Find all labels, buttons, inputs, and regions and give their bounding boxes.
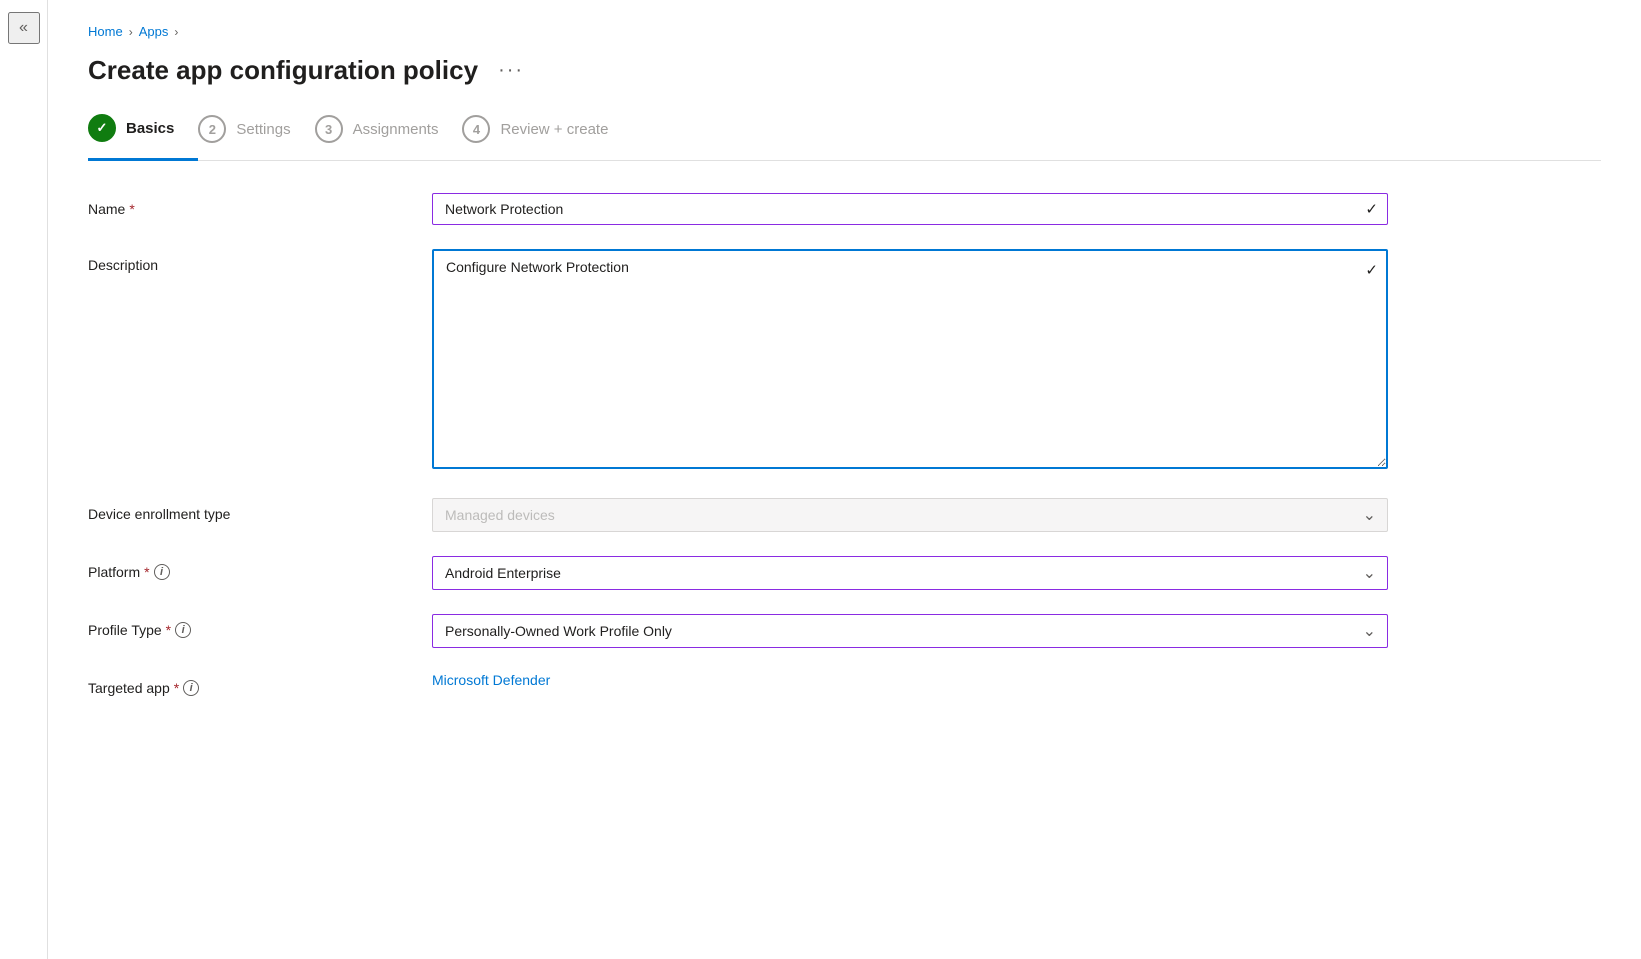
profile-type-info-icon[interactable]: i: [175, 622, 191, 638]
profile-type-select-wrapper: Personally-Owned Work Profile Only ⌄: [432, 614, 1388, 648]
step-basics-label: Basics: [126, 120, 174, 137]
profile-type-label-col: Profile Type * i: [88, 614, 408, 638]
step-basics[interactable]: ✓ Basics: [88, 114, 198, 161]
platform-select-wrapper: Android Enterprise ⌄: [432, 556, 1388, 590]
device-enrollment-label: Device enrollment type: [88, 506, 408, 522]
name-input-wrapper: ✓: [432, 193, 1388, 225]
profile-type-label: Profile Type * i: [88, 622, 408, 638]
device-enrollment-select-wrapper: Managed devices ⌄: [432, 498, 1388, 532]
name-label: Name *: [88, 201, 408, 217]
name-check-icon: ✓: [1365, 200, 1378, 218]
profile-type-required: *: [166, 622, 171, 638]
name-row: Name * ✓: [88, 193, 1388, 225]
platform-row: Platform * i Android Enterprise ⌄: [88, 556, 1388, 590]
platform-info-icon[interactable]: i: [154, 564, 170, 580]
profile-type-control-col: Personally-Owned Work Profile Only ⌄: [432, 614, 1388, 648]
step-basics-circle: ✓: [88, 114, 116, 142]
description-row: Description Configure Network Protection…: [88, 249, 1388, 474]
description-textarea[interactable]: Configure Network Protection: [432, 249, 1388, 469]
name-input[interactable]: [432, 193, 1388, 225]
sidebar-collapse-button[interactable]: «: [8, 12, 40, 44]
main-content: Home › Apps › Create app configuration p…: [48, 0, 1641, 959]
step-assignments[interactable]: 3 Assignments: [315, 115, 463, 159]
targeted-app-info-icon[interactable]: i: [183, 680, 199, 696]
step-review-circle: 4: [462, 115, 490, 143]
platform-label-col: Platform * i: [88, 556, 408, 580]
step-settings-circle: 2: [198, 115, 226, 143]
device-enrollment-row: Device enrollment type Managed devices ⌄: [88, 498, 1388, 532]
profile-type-row: Profile Type * i Personally-Owned Work P…: [88, 614, 1388, 648]
description-textarea-wrapper: Configure Network Protection ✓: [432, 249, 1388, 474]
device-enrollment-control-col: Managed devices ⌄: [432, 498, 1388, 532]
step-assignments-circle: 3: [315, 115, 343, 143]
step-review[interactable]: 4 Review + create: [462, 115, 632, 159]
more-options-button[interactable]: ···: [490, 55, 532, 86]
breadcrumb: Home › Apps ›: [88, 24, 1601, 39]
name-required: *: [129, 201, 134, 217]
step-settings[interactable]: 2 Settings: [198, 115, 314, 159]
platform-select[interactable]: Android Enterprise: [432, 556, 1388, 590]
description-check-icon: ✓: [1365, 261, 1378, 279]
step-settings-label: Settings: [236, 121, 290, 138]
targeted-app-label-col: Targeted app * i: [88, 672, 408, 696]
step-review-label: Review + create: [500, 121, 608, 138]
breadcrumb-sep-1: ›: [129, 25, 133, 39]
step-assignments-label: Assignments: [353, 121, 439, 138]
platform-control-col: Android Enterprise ⌄: [432, 556, 1388, 590]
name-control-col: ✓: [432, 193, 1388, 225]
targeted-app-required: *: [174, 680, 179, 696]
targeted-app-row: Targeted app * i Microsoft Defender: [88, 672, 1388, 696]
breadcrumb-sep-2: ›: [174, 25, 178, 39]
name-label-col: Name *: [88, 193, 408, 217]
device-enrollment-label-col: Device enrollment type: [88, 498, 408, 522]
breadcrumb-apps[interactable]: Apps: [139, 24, 169, 39]
page-title-row: Create app configuration policy ···: [88, 55, 1601, 86]
wizard-steps: ✓ Basics 2 Settings 3 Assignments 4 Revi…: [88, 114, 1601, 161]
description-control-col: Configure Network Protection ✓: [432, 249, 1388, 474]
profile-type-select[interactable]: Personally-Owned Work Profile Only: [432, 614, 1388, 648]
targeted-app-label: Targeted app * i: [88, 680, 408, 696]
platform-required: *: [144, 564, 149, 580]
targeted-app-link[interactable]: Microsoft Defender: [432, 672, 550, 688]
targeted-app-control-col: Microsoft Defender: [432, 672, 1388, 690]
breadcrumb-home[interactable]: Home: [88, 24, 123, 39]
description-label-col: Description: [88, 249, 408, 273]
sidebar: «: [0, 0, 48, 959]
page-title: Create app configuration policy: [88, 55, 478, 86]
description-label: Description: [88, 257, 408, 273]
form-section: Name * ✓ Description Configure Networ: [88, 193, 1388, 696]
platform-label: Platform * i: [88, 564, 408, 580]
device-enrollment-select[interactable]: Managed devices: [432, 498, 1388, 532]
